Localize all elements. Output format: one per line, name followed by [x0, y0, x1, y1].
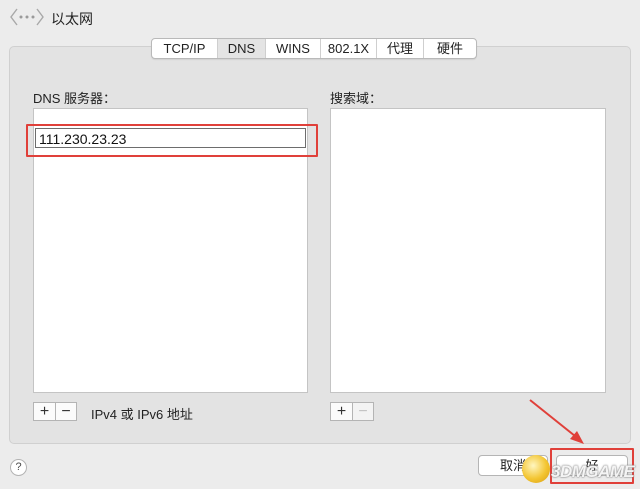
watermark-text: 3DMGAME — [551, 462, 635, 481]
tab-wins[interactable]: WINS — [266, 39, 321, 58]
watermark-logo — [522, 455, 550, 483]
minus-icon: − — [352, 403, 373, 420]
dns-servers-list[interactable]: 111.230.23.23 — [33, 108, 308, 393]
plus-icon[interactable]: + — [34, 403, 55, 420]
tab-tcp-ip[interactable]: TCP/IP — [152, 39, 218, 58]
all-preferences-icon[interactable] — [9, 6, 45, 28]
dns-server-entry[interactable]: 111.230.23.23 — [35, 128, 306, 148]
dns-servers-label: DNS 服务器： — [33, 91, 117, 106]
search-domains-list[interactable] — [330, 108, 606, 393]
title-bar: 以太网 — [0, 0, 640, 36]
help-icon[interactable]: ? — [10, 459, 27, 476]
window-title: 以太网 — [51, 11, 93, 27]
minus-icon[interactable]: − — [55, 403, 76, 420]
tab-802-1x[interactable]: 802.1X — [321, 39, 377, 58]
annotation-arrow-icon — [529, 399, 584, 444]
dns-add-remove-group: + − — [33, 402, 77, 421]
search-add-remove-group: + − — [330, 402, 374, 421]
tab-proxy[interactable]: 代理 — [377, 39, 424, 58]
tab-bar: TCP/IP DNS WINS 802.1X 代理 硬件 — [151, 38, 477, 59]
settings-panel: DNS 服务器： 111.230.23.23 + − IPv4 或 IPv6 地… — [9, 46, 631, 444]
dns-address-caption: IPv4 或 IPv6 地址 — [91, 407, 193, 422]
search-domains-label: 搜索域： — [330, 91, 383, 106]
plus-icon[interactable]: + — [331, 403, 352, 420]
tab-dns[interactable]: DNS — [218, 39, 266, 58]
tab-hardware[interactable]: 硬件 — [424, 39, 476, 58]
